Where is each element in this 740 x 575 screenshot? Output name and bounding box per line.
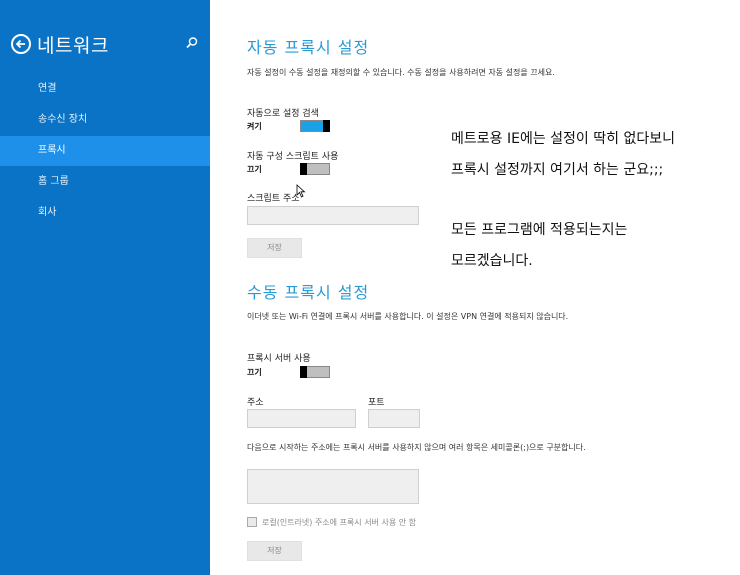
annotation-line-3: 모든 프로그램에 적용되는지는 xyxy=(451,222,628,238)
exceptions-input[interactable] xyxy=(247,469,419,504)
manual-proxy-title: 수동 프록시 설정 xyxy=(247,283,370,302)
sidebar-item-connection[interactable]: 연결 xyxy=(0,74,210,104)
proxy-server-toggle[interactable] xyxy=(300,366,330,378)
network-settings-window: 네트워크 연결 송수신 장치 프록시 홈 그룹 회사 자동 프록시 설정 자동 … xyxy=(0,0,740,575)
sidebar-title: 네트워크 xyxy=(37,35,109,57)
port-label: 포트 xyxy=(368,398,385,408)
toggle-thumb xyxy=(323,120,330,132)
main-panel: 자동 프록시 설정 자동 설정이 수동 설정을 재정의할 수 있습니다. 수동 … xyxy=(210,0,740,575)
exceptions-label: 다음으로 시작하는 주소에는 프록시 서버를 사용하지 않으며 여러 항목은 세… xyxy=(247,443,586,452)
proxy-address-input[interactable] xyxy=(247,409,356,428)
back-arrow-icon[interactable] xyxy=(11,34,31,54)
mouse-cursor-icon xyxy=(296,183,306,202)
script-label: 자동 구성 스크립트 사용 xyxy=(247,152,339,162)
address-label: 주소 xyxy=(247,398,264,408)
auto-proxy-title: 자동 프록시 설정 xyxy=(247,38,370,57)
annotation-line-4: 모르겠습니다. xyxy=(451,253,533,269)
sidebar-item-workplace[interactable]: 회사 xyxy=(0,198,210,228)
toggle-thumb xyxy=(300,366,307,378)
toggle-thumb xyxy=(300,163,307,175)
sidebar-item-proxy[interactable]: 프록시 xyxy=(0,136,210,166)
script-state: 끄기 xyxy=(247,165,262,174)
proxy-port-input[interactable] xyxy=(368,409,420,428)
manual-save-button[interactable]: 저장 xyxy=(247,541,302,561)
manual-proxy-description: 이더넷 또는 Wi-Fi 연결에 프록시 서버를 사용합니다. 이 설정은 VP… xyxy=(247,312,569,321)
proxy-server-label: 프록시 서버 사용 xyxy=(247,354,311,364)
sidebar-item-transceiver[interactable]: 송수신 장치 xyxy=(0,105,210,135)
auto-save-button[interactable]: 저장 xyxy=(247,238,302,258)
annotation-line-1: 메트로용 IE에는 설정이 딱히 없다보니 xyxy=(451,131,675,147)
search-icon[interactable] xyxy=(184,35,200,51)
auto-proxy-description: 자동 설정이 수동 설정을 재정의할 수 있습니다. 수동 설정을 사용하려면 … xyxy=(247,68,555,77)
script-address-input[interactable] xyxy=(247,206,419,225)
local-bypass-checkbox[interactable] xyxy=(247,517,257,527)
auto-detect-state: 켜기 xyxy=(247,122,262,131)
auto-detect-label: 자동으로 설정 검색 xyxy=(247,109,319,119)
auto-detect-toggle[interactable] xyxy=(300,120,330,132)
local-bypass-label: 로컬(인트라넷) 주소에 프록시 서버 사용 안 함 xyxy=(262,518,416,527)
script-address-label: 스크립트 주소 xyxy=(247,194,300,204)
sidebar-item-homegroup[interactable]: 홈 그룹 xyxy=(0,167,210,197)
proxy-server-state: 끄기 xyxy=(247,368,262,377)
sidebar: 네트워크 연결 송수신 장치 프록시 홈 그룹 회사 xyxy=(0,0,210,575)
script-toggle[interactable] xyxy=(300,163,330,175)
annotation-line-2: 프록시 설정까지 여기서 하는 군요;;; xyxy=(451,162,664,178)
